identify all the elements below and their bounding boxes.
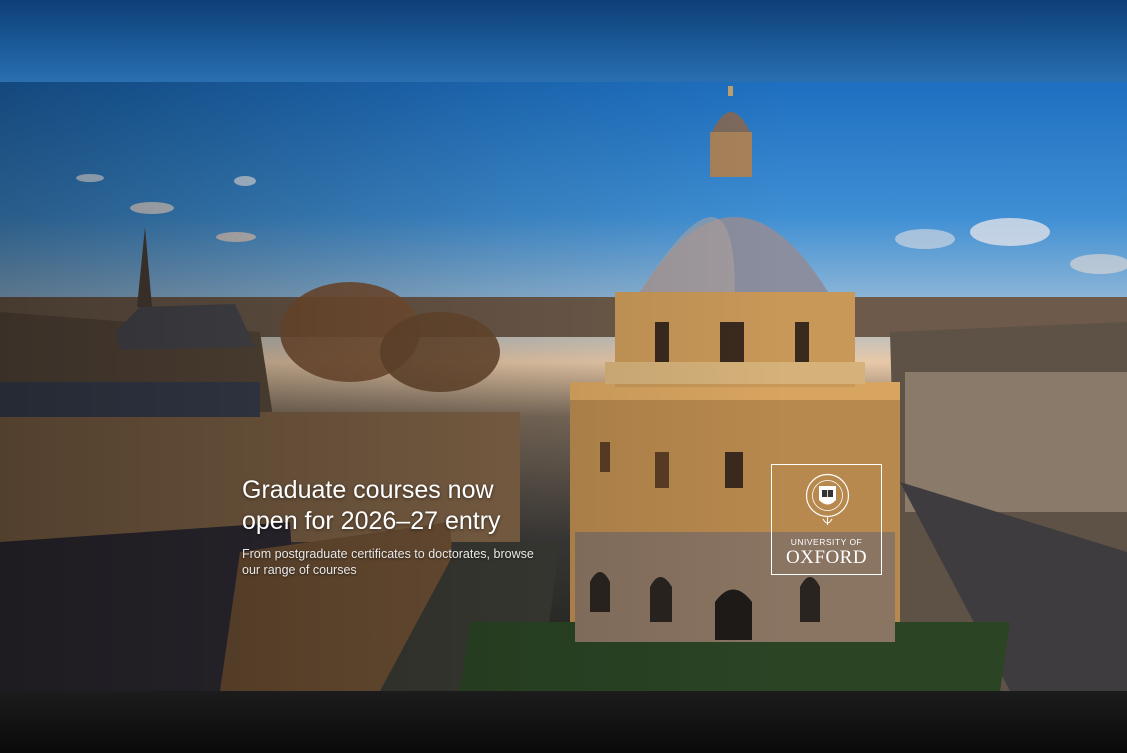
page-footer-strip [0,691,1127,753]
oxford-crest-icon [805,473,850,525]
headline-line-1: Graduate courses now [242,476,494,504]
hero-subtext: From postgraduate certificates to doctor… [242,547,534,577]
top-navigation-bar [0,0,1127,82]
headline-line-2: open for 2026–27 entry [242,507,501,535]
oxford-logo[interactable]: UNIVERSITY OF OXFORD [771,464,882,575]
logo-oxford-wordmark: OXFORD [785,547,868,568]
hero-banner[interactable] [0,82,1127,691]
hero-overlay [0,82,1127,691]
hero-headline[interactable]: Graduate courses now open for 2026–27 en… [242,475,572,537]
logo-university-of: UNIVERSITY OF [790,537,863,547]
